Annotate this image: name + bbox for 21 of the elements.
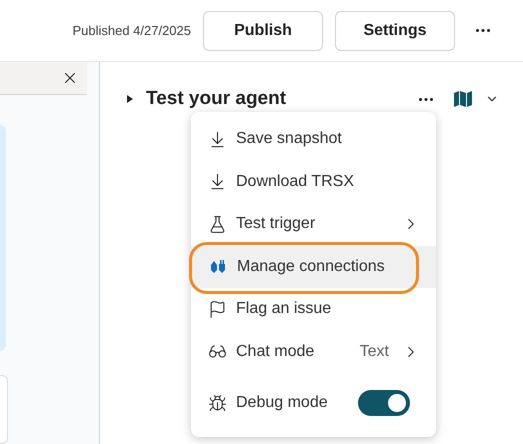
menu-item[interactable]: Flag an issue bbox=[191, 288, 436, 330]
plug-icon bbox=[208, 258, 228, 275]
menu-item[interactable]: Download TRSX bbox=[191, 160, 436, 203]
publish-button[interactable]: Publish bbox=[203, 10, 323, 50]
flag-icon bbox=[208, 300, 227, 319]
bug-icon bbox=[208, 394, 227, 412]
flask-icon bbox=[208, 214, 227, 234]
more-icon bbox=[476, 29, 490, 32]
expand-caret[interactable] bbox=[126, 94, 134, 104]
menu-item[interactable]: Chat mode Text bbox=[191, 330, 436, 373]
menu-item[interactable]: Debug mode bbox=[191, 375, 436, 431]
more-icon bbox=[419, 98, 433, 100]
menu-item[interactable]: Save snapshot bbox=[191, 118, 436, 160]
panel-title: Test your agent bbox=[146, 86, 286, 111]
toggle-switch[interactable] bbox=[358, 390, 410, 416]
menu-item-value: Text bbox=[360, 342, 389, 362]
menu-item[interactable]: Manage connections bbox=[191, 246, 436, 288]
map-icon bbox=[453, 90, 473, 108]
published-date: Published 4/27/2025 bbox=[72, 22, 191, 40]
menu-item[interactable]: Test trigger bbox=[191, 203, 436, 246]
settings-button[interactable]: Settings bbox=[335, 10, 455, 50]
